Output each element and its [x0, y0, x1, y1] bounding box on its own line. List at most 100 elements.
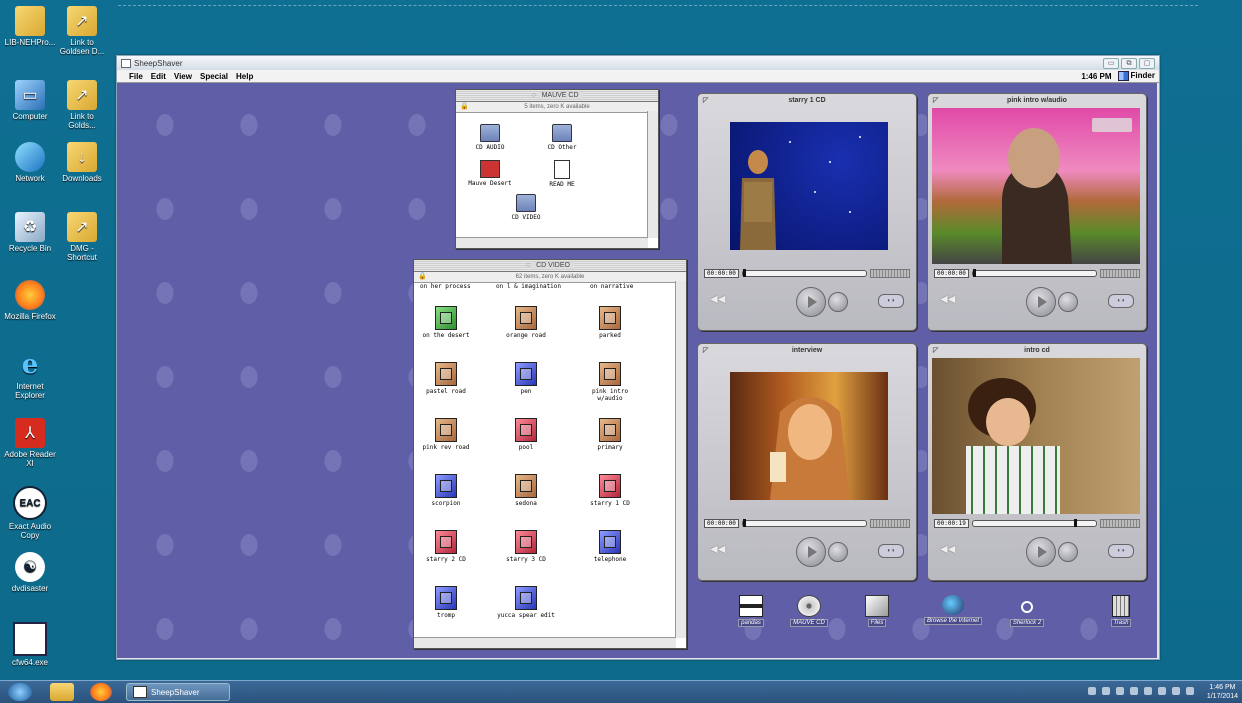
movie-player-starry-1-cd[interactable]: starry 1 CD 00:00:00 ◀◀ ◐◑ — [697, 93, 917, 331]
mac-desktop-icon-pandas[interactable]: pandas — [721, 595, 781, 627]
vertical-scrollbar[interactable] — [647, 111, 658, 238]
start-button[interactable] — [8, 683, 32, 701]
movie-file-pool[interactable]: pool — [494, 418, 558, 451]
movie-file-pink-intro[interactable]: pink intro w/audio — [578, 362, 642, 402]
menu-file[interactable]: File — [129, 72, 143, 81]
finder-window-titlebar[interactable]: ◌ CD VIDEO — [414, 260, 686, 272]
progress-track[interactable] — [971, 518, 1097, 527]
explorer-taskbar-icon[interactable] — [50, 683, 74, 701]
player-title[interactable]: interview — [698, 344, 916, 357]
progress-track[interactable] — [741, 518, 867, 527]
volume-button[interactable]: ◐◑ — [1108, 544, 1134, 558]
desktop-icon-firefox[interactable]: Mozilla Firefox — [4, 280, 56, 321]
finder-item-cd-video[interactable]: CD VIDEO — [494, 194, 558, 221]
tray-icon[interactable] — [1158, 687, 1166, 695]
movie-file-telephone[interactable]: telephone — [578, 530, 642, 563]
pause-button[interactable] — [828, 542, 848, 562]
tray-icon[interactable] — [1102, 687, 1110, 695]
desktop-icon-recycle-bin[interactable]: ♻ Recycle Bin — [4, 212, 56, 253]
progress-track[interactable] — [971, 268, 1097, 277]
progress-track[interactable] — [741, 268, 867, 277]
finder-item-on-imagination[interactable]: on l & imagination — [496, 283, 561, 290]
progress-knob[interactable] — [742, 268, 746, 277]
movie-file-pastel-road[interactable]: pastel road — [414, 362, 478, 395]
application-menu[interactable]: Finder — [1117, 71, 1155, 81]
progress-knob[interactable] — [1073, 518, 1077, 527]
progress-knob[interactable] — [742, 518, 746, 527]
mac-desktop-icon-trash[interactable]: Trash — [1091, 595, 1151, 627]
menu-help[interactable]: Help — [236, 72, 253, 81]
rewind-button[interactable]: ◀◀ — [710, 294, 725, 305]
horizontal-scrollbar[interactable] — [456, 237, 648, 248]
movie-file-parked[interactable]: parked — [578, 306, 642, 339]
finder-item-on-narrative[interactable]: on narrative — [590, 283, 633, 290]
mac-desktop-icon-mauve-cd[interactable]: MAUVE CD — [779, 595, 839, 627]
player-title[interactable]: intro cd — [928, 344, 1146, 357]
finder-item-mauve-desert[interactable]: Mauve Desert — [458, 160, 522, 187]
rewind-button[interactable]: ◀◀ — [940, 294, 955, 305]
desktop-icon-link-golds[interactable]: ↗ Link to Golds... — [56, 80, 108, 130]
close-button[interactable]: ▢ — [1139, 58, 1155, 69]
movie-player-interview[interactable]: interview 00:00:00 ◀◀ ◐◑ — [697, 343, 917, 581]
volume-button[interactable]: ◐◑ — [878, 544, 904, 558]
sheepshaver-window[interactable]: SheepShaver ▭ ⧉ ▢ File Edit View Special… — [116, 55, 1160, 660]
maximize-button[interactable]: ⧉ — [1121, 58, 1137, 69]
finder-item-cd-other[interactable]: CD Other — [530, 124, 594, 151]
finder-item-cd-audio[interactable]: CD AUDIO — [458, 124, 522, 151]
movie-file-starry-1-cd[interactable]: starry 1 CD — [578, 474, 642, 507]
movie-file-pink-rev-road[interactable]: pink rev road — [414, 418, 478, 451]
tray-icon[interactable] — [1172, 687, 1180, 695]
desktop-icon-ie[interactable]: e Internet Explorer — [4, 350, 56, 401]
horizontal-scrollbar[interactable] — [414, 637, 676, 648]
movie-file-starry-2-cd[interactable]: starry 2 CD — [414, 530, 478, 563]
vertical-scrollbar[interactable] — [675, 281, 686, 638]
rewind-button[interactable]: ◀◀ — [940, 544, 955, 555]
menu-edit[interactable]: Edit — [151, 72, 166, 81]
desktop-icon-link-goldsen[interactable]: ↗ Link to Goldsen D... — [56, 6, 108, 56]
play-button[interactable] — [1026, 537, 1056, 567]
play-button[interactable] — [796, 287, 826, 317]
taskbar-clock[interactable]: 1:46 PM 1/17/2014 — [1207, 683, 1238, 701]
desktop-icon-computer[interactable]: ▭ Computer — [4, 80, 56, 121]
menubar-clock[interactable]: 1:46 PM — [1081, 72, 1111, 81]
volume-button[interactable]: ◐◑ — [878, 294, 904, 308]
menu-view[interactable]: View — [174, 72, 192, 81]
mac-desktop-icon-files[interactable]: Files — [847, 595, 907, 627]
finder-window-mauve-cd[interactable]: ◌ MAUVE CD 🔒 5 items, zero K available CD… — [455, 89, 659, 249]
desktop-icon-cfw64[interactable]: cfw64.exe — [4, 622, 56, 667]
mac-desktop-icon-browse-internet[interactable]: Browse the Internet — [915, 595, 991, 625]
mac-desktop-icon-sherlock[interactable]: Sherlock 2 — [997, 595, 1057, 627]
taskbar-item-sheepshaver[interactable]: SheepShaver — [126, 683, 230, 701]
finder-window-cd-video[interactable]: ◌ CD VIDEO 🔒 62 items, zero K available o… — [413, 259, 687, 649]
play-button[interactable] — [1026, 287, 1056, 317]
pause-button[interactable] — [1058, 292, 1078, 312]
player-title[interactable]: starry 1 CD — [698, 94, 916, 107]
desktop-icon-lib[interactable]: LIB-NEHPro... — [4, 6, 56, 47]
desktop-icon-dmg[interactable]: ↗ DMG - Shortcut — [56, 212, 108, 262]
movie-player-pink-intro[interactable]: pink intro w/audio 00:00:00 ◀◀ ◐◑ — [927, 93, 1147, 331]
movie-file-pen[interactable]: pen — [494, 362, 558, 395]
tray-icon[interactable] — [1088, 687, 1096, 695]
movie-player-intro-cd[interactable]: intro cd 00:00:19 ◀◀ ◐◑ — [927, 343, 1147, 581]
tray-icon[interactable] — [1116, 687, 1124, 695]
volume-button[interactable]: ◐◑ — [1108, 294, 1134, 308]
movie-file-orange-road[interactable]: orange road — [494, 306, 558, 339]
desktop-icon-downloads[interactable]: ↓ Downloads — [56, 142, 108, 183]
finder-item-on-her-process[interactable]: on her process — [420, 283, 471, 290]
finder-item-read-me[interactable]: READ ME — [530, 160, 594, 188]
desktop-icon-dvdisaster[interactable]: ☯ dvdisaster — [4, 552, 56, 593]
firefox-taskbar-icon[interactable] — [90, 683, 112, 701]
desktop-icon-network[interactable]: Network — [4, 142, 56, 183]
movie-file-starry-3-cd[interactable]: starry 3 CD — [494, 530, 558, 563]
tray-icon[interactable] — [1130, 687, 1138, 695]
movie-file-sedona[interactable]: sedona — [494, 474, 558, 507]
progress-knob[interactable] — [972, 268, 976, 277]
desktop-icon-adobe[interactable]: ⅄ Adobe Reader XI — [4, 418, 56, 468]
sheepshaver-titlebar[interactable]: SheepShaver ▭ ⧉ ▢ — [117, 56, 1159, 70]
pause-button[interactable] — [828, 292, 848, 312]
volume-icon[interactable] — [1186, 687, 1194, 695]
movie-file-tromp[interactable]: tromp — [414, 586, 478, 619]
movie-file-primary[interactable]: primary — [578, 418, 642, 451]
movie-file-scorpion[interactable]: scorpion — [414, 474, 478, 507]
menu-special[interactable]: Special — [200, 72, 228, 81]
